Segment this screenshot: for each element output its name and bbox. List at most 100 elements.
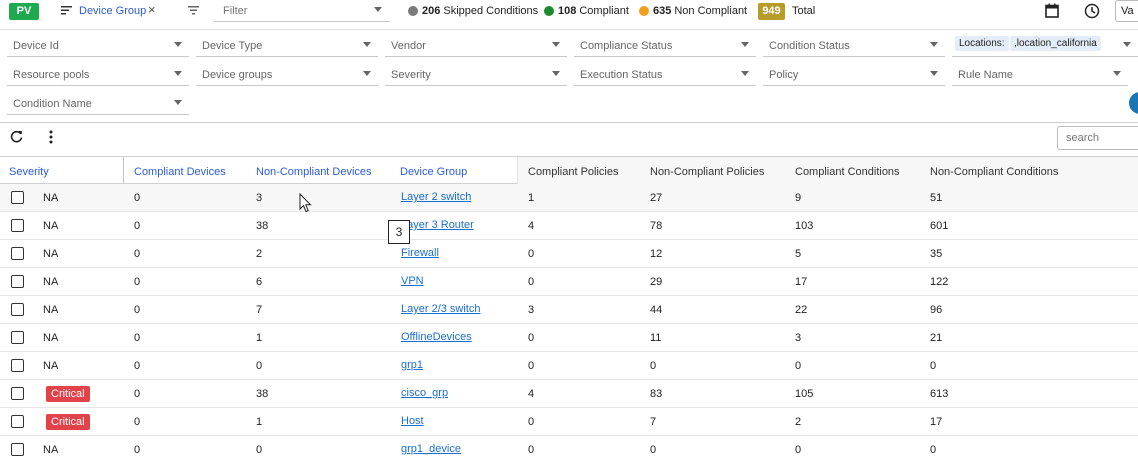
compliant-stat[interactable]: 108 Compliant bbox=[544, 5, 629, 17]
severity-select[interactable]: Severity bbox=[385, 60, 567, 86]
select-label: Resource pools bbox=[13, 69, 90, 81]
stat-count: 108 bbox=[558, 5, 577, 17]
cell-compliant-conditions: 5 bbox=[795, 248, 802, 260]
severity-text: NA bbox=[43, 220, 59, 232]
device-group-link[interactable]: Firewall bbox=[401, 247, 439, 259]
device-groups-select[interactable]: Device groups bbox=[196, 60, 378, 86]
row-checkbox[interactable] bbox=[11, 247, 24, 260]
skipped-conditions-stat[interactable]: 206 Skipped Conditions bbox=[408, 5, 538, 17]
device-id-select[interactable]: Device Id bbox=[7, 31, 189, 57]
header-compliant-devices[interactable]: Compliant Devices bbox=[134, 166, 226, 178]
row-checkbox[interactable] bbox=[11, 219, 24, 232]
search-input[interactable] bbox=[1057, 126, 1138, 150]
table-row[interactable]: NA 0 7 Layer 2/3 switch 3 44 22 96 bbox=[0, 296, 1138, 324]
cell-compliant-policies: 0 bbox=[528, 360, 535, 372]
refresh-icon[interactable] bbox=[10, 130, 23, 143]
cell-compliant-devices: 0 bbox=[134, 304, 141, 316]
device-group-link[interactable]: grp1 bbox=[401, 359, 423, 371]
header-non-compliant-conditions[interactable]: Non-Compliant Conditions bbox=[930, 166, 1058, 178]
cell-non-compliant-conditions: 17 bbox=[930, 416, 943, 428]
group-list-icon bbox=[61, 6, 72, 15]
table-row[interactable]: NA 0 0 grp1_device 0 0 0 0 bbox=[0, 436, 1138, 460]
vendor-select[interactable]: Vendor bbox=[385, 31, 567, 57]
cell-compliant-devices: 0 bbox=[134, 220, 141, 232]
total-badge[interactable]: 949 bbox=[758, 3, 785, 20]
condition-status-select[interactable]: Condition Status bbox=[763, 31, 945, 57]
more-vertical-icon[interactable] bbox=[49, 130, 53, 144]
column-divider[interactable] bbox=[517, 157, 518, 185]
row-checkbox[interactable] bbox=[11, 191, 24, 204]
status-dot bbox=[639, 6, 649, 16]
clock-icon[interactable] bbox=[1084, 3, 1100, 19]
execution-status-select[interactable]: Execution Status bbox=[574, 60, 756, 86]
calendar-icon[interactable] bbox=[1045, 3, 1059, 18]
device-group-link[interactable]: cisco_grp bbox=[401, 387, 448, 399]
header-compliant-policies[interactable]: Compliant Policies bbox=[528, 166, 618, 178]
device-group-link[interactable]: Layer 2 switch bbox=[401, 191, 471, 203]
column-divider[interactable] bbox=[123, 157, 124, 185]
cell-non-compliant-devices: 0 bbox=[256, 444, 263, 456]
filter-icon[interactable] bbox=[188, 6, 199, 15]
chevron-down-icon bbox=[1113, 71, 1121, 76]
cell-non-compliant-conditions: 122 bbox=[930, 276, 949, 288]
table-row[interactable]: NA 0 0 grp1 0 0 0 0 bbox=[0, 352, 1138, 380]
non-compliant-stat[interactable]: 635 Non Compliant bbox=[639, 5, 747, 17]
cell-compliant-devices: 0 bbox=[134, 360, 141, 372]
table-row[interactable]: Critical 0 38 cisco_grp 4 83 105 613 bbox=[0, 380, 1138, 408]
chevron-down-icon bbox=[552, 71, 560, 76]
locations-chip-value[interactable]: ,location_california bbox=[1010, 36, 1101, 51]
header-severity[interactable]: Severity bbox=[9, 166, 49, 178]
chevron-down-icon bbox=[174, 100, 182, 105]
cell-compliant-policies: 0 bbox=[528, 416, 535, 428]
cell-compliant-policies: 0 bbox=[528, 444, 535, 456]
table-row[interactable]: NA 0 6 VPN 0 29 17 122 bbox=[0, 268, 1138, 296]
rule-name-select[interactable]: Rule Name bbox=[952, 60, 1128, 86]
pv-badge[interactable]: PV bbox=[9, 3, 39, 20]
header-device-group[interactable]: Device Group bbox=[400, 166, 467, 178]
device-group-link[interactable]: Layer 3 Router bbox=[401, 219, 474, 231]
header-compliant-conditions[interactable]: Compliant Conditions bbox=[795, 166, 900, 178]
row-checkbox[interactable] bbox=[11, 387, 24, 400]
row-checkbox[interactable] bbox=[11, 359, 24, 372]
resource-pools-select[interactable]: Resource pools bbox=[7, 60, 189, 86]
device-group-link[interactable]: Layer 2/3 switch bbox=[401, 303, 480, 315]
chevron-down-icon[interactable] bbox=[374, 7, 382, 12]
value-select[interactable]: Va bbox=[1115, 0, 1138, 22]
cell-non-compliant-conditions: 0 bbox=[930, 360, 937, 372]
device-group-link[interactable]: Host bbox=[401, 415, 424, 427]
cell-non-compliant-devices: 0 bbox=[256, 360, 263, 372]
close-icon[interactable]: × bbox=[148, 3, 156, 17]
header-non-compliant-devices[interactable]: Non-Compliant Devices bbox=[256, 166, 372, 178]
device-group-chip-label[interactable]: Device Group bbox=[79, 5, 146, 17]
table-row[interactable]: Critical 0 1 Host 0 7 2 17 bbox=[0, 408, 1138, 436]
cell-non-compliant-policies: 27 bbox=[650, 192, 663, 204]
device-group-link[interactable]: grp1_device bbox=[401, 443, 461, 455]
device-type-select[interactable]: Device Type bbox=[196, 31, 378, 57]
policy-select[interactable]: Policy bbox=[763, 60, 945, 86]
cell-compliant-conditions: 22 bbox=[795, 304, 808, 316]
row-checkbox[interactable] bbox=[11, 415, 24, 428]
device-group-link[interactable]: VPN bbox=[401, 275, 424, 287]
severity-text: NA bbox=[43, 332, 59, 344]
cell-non-compliant-policies: 0 bbox=[650, 360, 657, 372]
cell-compliant-policies: 0 bbox=[528, 248, 535, 260]
device-group-link[interactable]: OfflineDevices bbox=[401, 331, 472, 343]
table-row[interactable]: NA 0 2 Firewall 0 12 5 35 bbox=[0, 240, 1138, 268]
row-checkbox[interactable] bbox=[11, 331, 24, 344]
condition-name-select[interactable]: Condition Name bbox=[7, 89, 189, 115]
row-checkbox[interactable] bbox=[11, 303, 24, 316]
cell-compliant-conditions: 0 bbox=[795, 360, 802, 372]
cell-non-compliant-policies: 0 bbox=[650, 444, 657, 456]
status-dot bbox=[408, 6, 418, 16]
filter-input[interactable] bbox=[214, 0, 390, 22]
table-row[interactable]: NA 0 38 Layer 3 Router 4 78 103 601 bbox=[0, 212, 1138, 240]
cell-compliant-policies: 4 bbox=[528, 220, 535, 232]
table-row[interactable]: NA 0 3 Layer 2 switch 1 27 9 51 bbox=[0, 184, 1138, 212]
compliance-status-select[interactable]: Compliance Status bbox=[574, 31, 756, 57]
header-non-compliant-policies[interactable]: Non-Compliant Policies bbox=[650, 166, 764, 178]
row-checkbox[interactable] bbox=[11, 275, 24, 288]
table-row[interactable]: NA 0 1 OfflineDevices 0 11 3 21 bbox=[0, 324, 1138, 352]
severity-text: NA bbox=[43, 248, 59, 260]
row-checkbox[interactable] bbox=[11, 443, 24, 456]
cell-non-compliant-policies: 12 bbox=[650, 248, 663, 260]
